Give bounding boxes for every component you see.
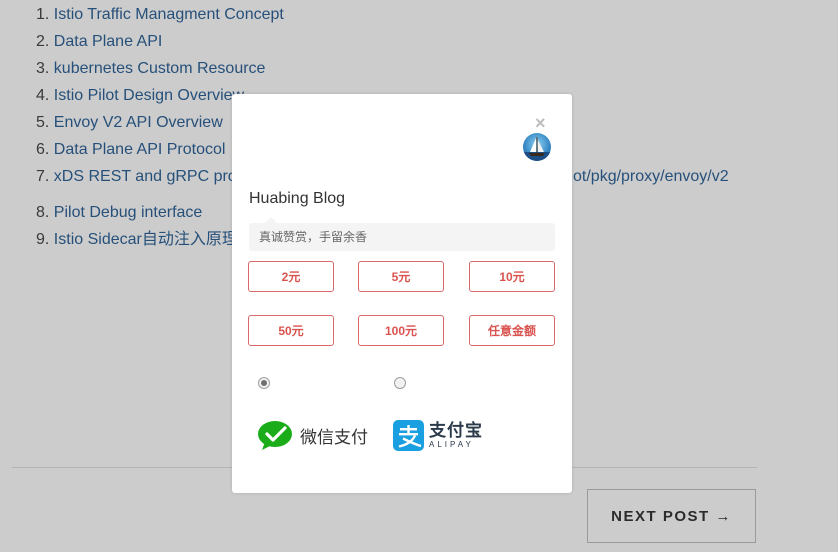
- reference-item[interactable]: 2. Data Plane API: [36, 32, 162, 52]
- reference-number: 7.: [36, 168, 50, 185]
- reference-item[interactable]: 1. Istio Traffic Managment Concept: [36, 5, 284, 25]
- reference-link[interactable]: Istio Pilot Design Overview: [54, 87, 244, 104]
- alipay-label: 支付宝: [429, 420, 483, 440]
- reference-number: 6.: [36, 141, 50, 158]
- wechat-pay-icon: [258, 421, 292, 450]
- sailboat-icon: [523, 137, 551, 161]
- wechat-pay-label: 微信支付: [300, 427, 368, 447]
- reference-number: 8.: [36, 204, 50, 221]
- amount-button-10[interactable]: 10元: [469, 261, 555, 292]
- reference-link[interactable]: Data Plane API: [54, 33, 163, 50]
- reference-item[interactable]: 3. kubernetes Custom Resource: [36, 59, 265, 79]
- reference-item[interactable]: 7. xDS REST and gRPC pro: [36, 167, 237, 187]
- reference-link[interactable]: Pilot Debug interface: [54, 204, 203, 221]
- reference-number: 9.: [36, 231, 50, 248]
- alipay-text-group: 支付宝 ALIPAY: [429, 420, 483, 450]
- message-input[interactable]: 真诚赞赏，手留余香: [249, 217, 555, 251]
- donate-modal: × Huabing Blog 真诚赞赏，手留余香 2元 5元 10元 50元 1…: [232, 94, 572, 493]
- avatar: [523, 133, 551, 161]
- alipay-icon: [393, 420, 424, 451]
- amount-button-50[interactable]: 50元: [248, 315, 334, 346]
- next-post-button[interactable]: NEXT POST →: [587, 489, 756, 543]
- wechat-pay-option[interactable]: 微信支付: [258, 420, 368, 450]
- reference-item[interactable]: 5. Envoy V2 API Overview: [36, 113, 223, 133]
- alipay-sub-label: ALIPAY: [429, 439, 474, 449]
- amount-button-2[interactable]: 2元: [248, 261, 334, 292]
- reference-item[interactable]: 6. Data Plane API Protocol: [36, 140, 225, 160]
- amount-button-100[interactable]: 100元: [358, 315, 444, 346]
- reference-number: 4.: [36, 87, 50, 104]
- reference-link[interactable]: kubernetes Custom Resource: [54, 60, 266, 77]
- reference-link[interactable]: Istio Traffic Managment Concept: [54, 6, 284, 23]
- reference-link[interactable]: Data Plane API Protocol: [54, 141, 226, 158]
- amount-button-5[interactable]: 5元: [358, 261, 444, 292]
- amount-button-custom[interactable]: 任意金额: [469, 315, 555, 346]
- reference-number: 2.: [36, 33, 50, 50]
- alipay-radio[interactable]: [394, 377, 406, 389]
- reference-item[interactable]: 9. Istio Sidecar自动注入原理: [36, 230, 238, 250]
- reference-number: 5.: [36, 114, 50, 131]
- reference-number: 3.: [36, 60, 50, 77]
- wechat-radio[interactable]: [258, 377, 270, 389]
- reference-item[interactable]: 4. Istio Pilot Design Overview: [36, 86, 244, 106]
- reference-link[interactable]: xDS REST and gRPC pro: [54, 168, 237, 185]
- reference-number: 1.: [36, 6, 50, 23]
- reference-link-tail[interactable]: ot/pkg/proxy/envoy/v2: [573, 167, 729, 187]
- close-icon[interactable]: ×: [535, 114, 546, 132]
- reference-link[interactable]: Envoy V2 API Overview: [54, 114, 223, 131]
- reference-item[interactable]: 8. Pilot Debug interface: [36, 203, 202, 223]
- blog-name: Huabing Blog: [249, 190, 346, 207]
- reference-link[interactable]: Istio Sidecar自动注入原理: [54, 231, 238, 248]
- alipay-option[interactable]: 支付宝 ALIPAY: [393, 420, 483, 451]
